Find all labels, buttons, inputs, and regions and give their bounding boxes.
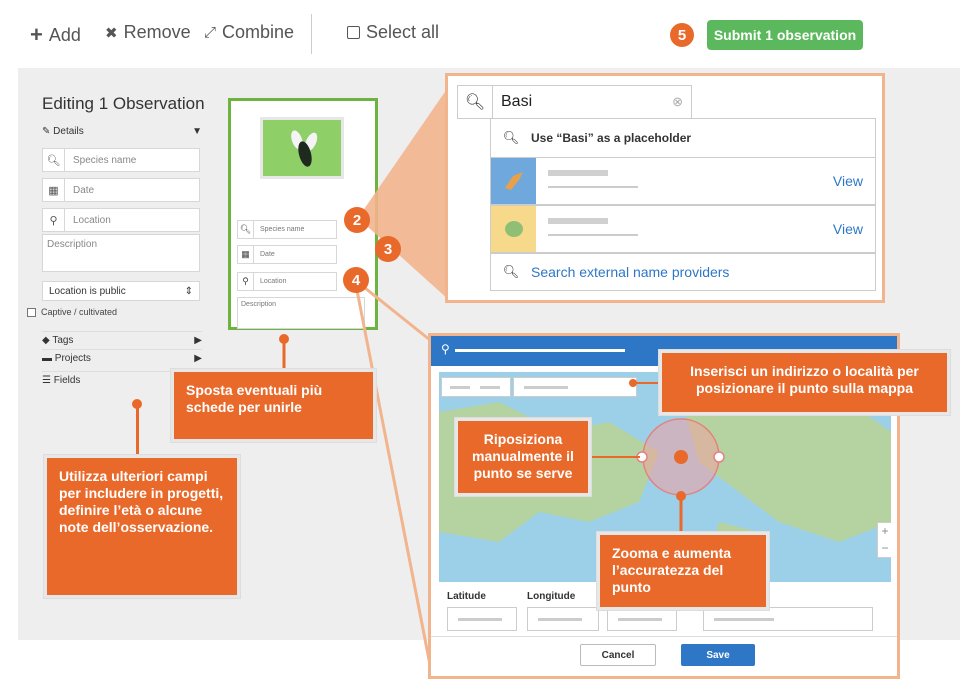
connector-dot-address — [629, 379, 637, 387]
reposition-callout: Riposiziona manualmente il punto se serv… — [455, 418, 591, 496]
connector-dot-zoom — [676, 491, 686, 501]
save-button[interactable]: Save — [681, 644, 755, 666]
location-marker[interactable] — [674, 450, 688, 464]
zoom-callout: Zooma e aumenta l’accuratezza del punto — [597, 532, 769, 610]
map-overlay — [592, 379, 725, 533]
cancel-button[interactable]: Cancel — [580, 644, 656, 666]
address-callout: Inserisci un indirizzo o località per po… — [659, 350, 950, 415]
resize-handle-right[interactable] — [713, 451, 725, 463]
